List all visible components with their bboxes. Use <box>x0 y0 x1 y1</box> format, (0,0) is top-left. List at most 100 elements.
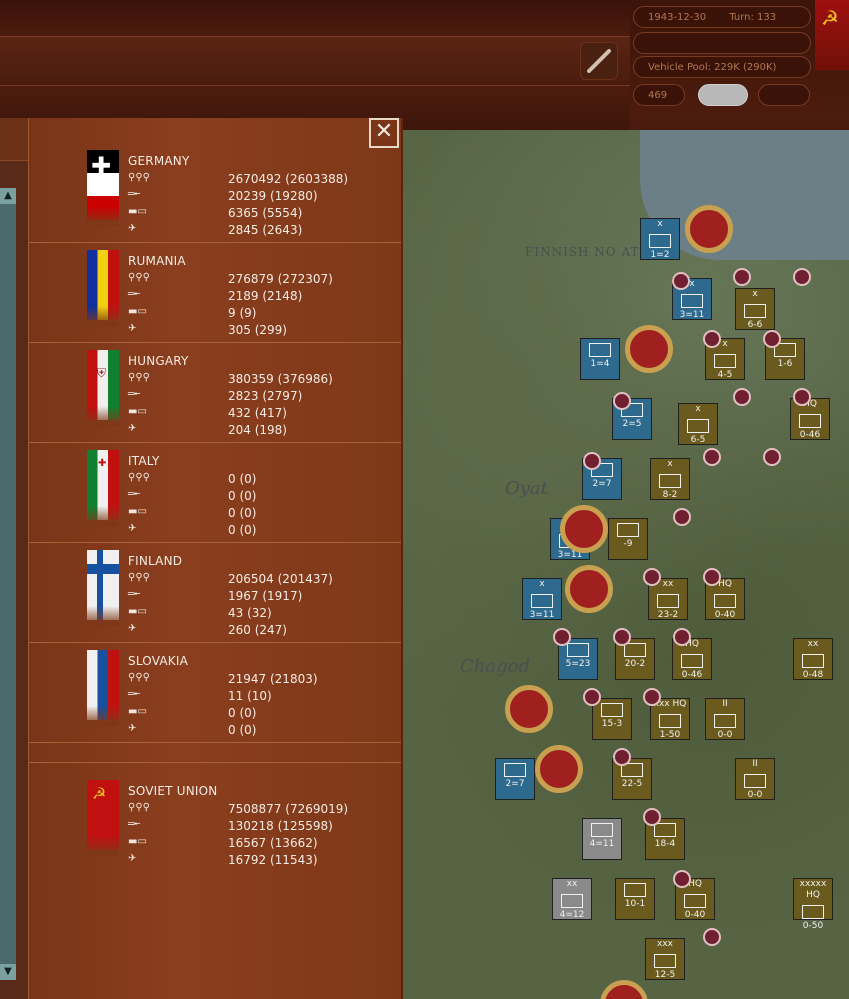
country-row-germany[interactable]: ✚ GERMANY ⚲⚲⚲ 2670492 (2603388) ═╾ 20239 (… <box>29 142 401 243</box>
date-turn-display: 1943-12-30 Turn: 133 <box>633 6 811 28</box>
unit-size: xxxxx HQ <box>799 879 827 900</box>
aircraft-icon: ✈ <box>128 223 137 234</box>
unit-counter[interactable]: xxxxx HQ 0-50 <box>793 878 833 931</box>
unit-symbol-icon <box>744 304 766 318</box>
unit-strength: 4=11 <box>589 839 615 849</box>
unit-strength: 6-5 <box>690 435 706 445</box>
unit-counter[interactable]: x 3=11 <box>522 578 562 620</box>
tank-icon: ▬▭ <box>128 706 147 717</box>
unit-symbol-icon <box>799 414 821 428</box>
unit-counter[interactable]: 10-1 <box>615 878 655 920</box>
armored-unit-icon[interactable] <box>560 505 608 553</box>
unit-strength: 0-46 <box>799 430 821 440</box>
unit-strength: 1-50 <box>659 730 681 740</box>
aircraft-icon: ✈ <box>128 523 137 534</box>
sidebar-tab[interactable] <box>0 118 28 161</box>
guns-icon: ═╾ <box>128 489 141 500</box>
unit-strength: 22-5 <box>621 779 643 789</box>
country-name: RUMANIA <box>128 254 186 268</box>
tank-icon: ▬▭ <box>128 506 147 517</box>
map-label: FINNISH NO AT <box>525 245 640 259</box>
country-name: SLOVAKIA <box>128 654 188 668</box>
scroll-down-arrow-icon[interactable]: ▼ <box>0 964 16 980</box>
unit-symbol-icon <box>684 894 706 908</box>
game-date: 1943-12-30 <box>648 12 707 23</box>
unit-counter[interactable]: 2=7 <box>495 758 535 800</box>
armored-unit-icon[interactable] <box>685 205 733 253</box>
armored-unit-icon[interactable] <box>535 745 583 793</box>
unit-size: x <box>539 579 545 589</box>
unit-strength: 1-6 <box>777 359 793 369</box>
aircraft-icon: ✈ <box>128 723 137 734</box>
country-row-soviet-union[interactable]: ☭ SOVIET UNION ⚲⚲⚲ 7508877 (7269019) ═╾ 13… <box>29 772 401 872</box>
unit-strength: 2=7 <box>505 779 525 789</box>
armored-unit-icon[interactable] <box>600 980 648 999</box>
unit-counter[interactable]: xxx 12-5 <box>645 938 685 980</box>
country-row-rumania[interactable]: RUMANIA ⚲⚲⚲ 276879 (272307) ═╾ 2189 (2148)… <box>29 242 401 343</box>
unit-counter[interactable]: II 0-0 <box>705 698 745 740</box>
unit-counter[interactable]: 1=4 <box>580 338 620 380</box>
manpower-icon: ⚲⚲⚲ <box>128 272 150 283</box>
unit-strength: -9 <box>623 539 633 549</box>
empty-button[interactable] <box>758 84 810 106</box>
stack-count-badge <box>613 628 631 646</box>
unit-counter[interactable]: 4=11 <box>582 818 622 860</box>
unit-counter[interactable]: -9 <box>608 518 648 560</box>
manpower-value: 21947 (21803) <box>228 672 318 686</box>
unit-counter[interactable]: II 0-0 <box>735 758 775 800</box>
manpower-value: 206504 (201437) <box>228 572 333 586</box>
aircraft-value: 204 (198) <box>228 423 287 437</box>
vehicle-pool-display: Vehicle Pool: 229K (290K) <box>633 56 811 78</box>
country-row-italy[interactable]: ✚ ITALY ⚲⚲⚲ 0 (0) ═╾ 0 (0) ▬▭ 0 (0) ✈ 0 (0) <box>29 442 401 543</box>
country-row-hungary[interactable]: ⛨ HUNGARY ⚲⚲⚲ 380359 (376986) ═╾ 2823 (279… <box>29 342 401 443</box>
scroll-up-arrow-icon[interactable]: ▲ <box>0 188 16 204</box>
armored-unit-icon[interactable] <box>625 325 673 373</box>
unit-counter[interactable]: 15-3 <box>592 698 632 740</box>
pencil-icon[interactable] <box>580 42 618 80</box>
unit-strength: 1=4 <box>590 359 610 369</box>
tank-icon: ▬▭ <box>128 406 147 417</box>
unit-counter[interactable]: x 8-2 <box>650 458 690 500</box>
unit-counter[interactable]: x 6-5 <box>678 403 718 445</box>
aircraft-icon: ✈ <box>128 323 137 334</box>
country-name: FINLAND <box>128 554 183 568</box>
unit-counter[interactable]: xx 0-48 <box>793 638 833 680</box>
close-icon[interactable]: ✕ <box>369 118 399 148</box>
manpower-value: 380359 (376986) <box>228 372 333 386</box>
unit-strength: 0-50 <box>802 921 824 931</box>
aircraft-value: 0 (0) <box>228 723 257 737</box>
unit-counter[interactable]: x 1=2 <box>640 218 680 260</box>
unit-counter[interactable]: x 6-6 <box>735 288 775 330</box>
unit-strength: 8-2 <box>662 490 678 500</box>
unit-counter[interactable]: xx 4=12 <box>552 878 592 920</box>
manpower-value: 0 (0) <box>228 472 257 486</box>
afv-value: 16567 (13662) <box>228 836 318 850</box>
guns-value: 0 (0) <box>228 489 257 503</box>
armored-unit-icon[interactable] <box>565 565 613 613</box>
unit-symbol-icon <box>802 654 824 668</box>
rumania-flag-icon <box>87 250 119 326</box>
country-row-finland[interactable]: FINLAND ⚲⚲⚲ 206504 (201437) ═╾ 1967 (1917)… <box>29 542 401 643</box>
armored-unit-icon[interactable] <box>505 685 553 733</box>
afv-value: 6365 (5554) <box>228 206 303 220</box>
stack-count-badge <box>673 870 691 888</box>
unit-strength: 1=2 <box>650 250 670 260</box>
guns-icon: ═╾ <box>128 689 141 700</box>
header-band-2 <box>0 37 630 86</box>
unit-symbol-icon <box>744 774 766 788</box>
manpower-icon: ⚲⚲⚲ <box>128 172 150 183</box>
game-map[interactable]: FINNISH NO AT Oyat Chagod x 1=2 x 3=11 x 6-6 1… <box>400 130 849 999</box>
afv-value: 9 (9) <box>228 306 257 320</box>
aircraft-icon: ✈ <box>128 623 137 634</box>
unit-strength: 15-3 <box>601 719 623 729</box>
unit-size: II <box>722 699 728 709</box>
guns-value: 130218 (125598) <box>228 819 333 833</box>
toggle-button[interactable] <box>698 84 748 106</box>
unit-strength: 0-0 <box>717 730 733 740</box>
aircraft-value: 2845 (2643) <box>228 223 303 237</box>
scrollbar[interactable]: ▲ ▼ <box>0 188 16 980</box>
country-row-slovakia[interactable]: SLOVAKIA ⚲⚲⚲ 21947 (21803) ═╾ 11 (10) ▬▭ 0 … <box>29 642 401 743</box>
stack-count-badge <box>733 388 751 406</box>
stack-count-badge <box>673 628 691 646</box>
stack-count-badge <box>763 448 781 466</box>
